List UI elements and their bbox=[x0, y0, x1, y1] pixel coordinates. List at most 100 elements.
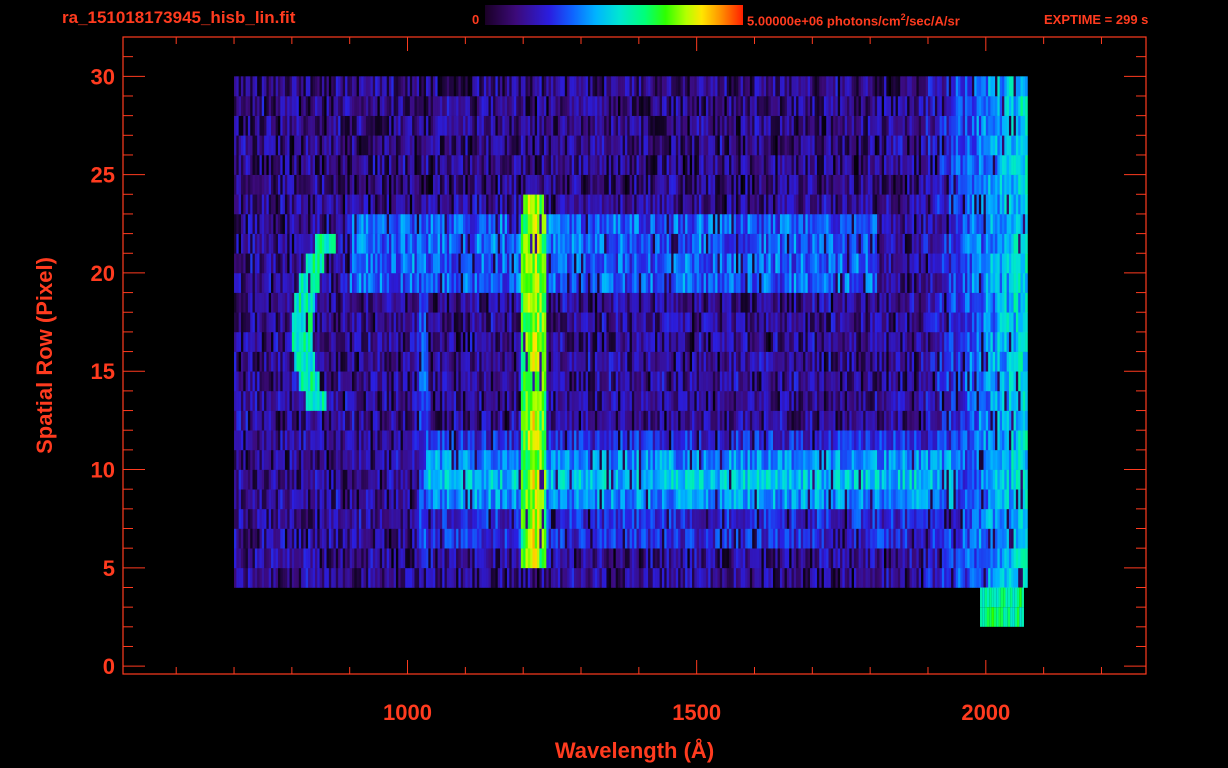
heatmap-cell bbox=[816, 548, 820, 569]
heatmap-cell bbox=[361, 489, 364, 510]
heatmap-cell bbox=[680, 469, 684, 490]
heatmap-cell bbox=[416, 489, 420, 510]
heatmap-cell bbox=[981, 449, 984, 470]
heatmap-cell bbox=[893, 331, 896, 352]
heatmap-cell bbox=[382, 430, 385, 451]
heatmap-cell bbox=[870, 331, 873, 352]
heatmap-cell bbox=[953, 508, 957, 529]
heatmap-cell bbox=[717, 469, 721, 490]
heatmap-cell bbox=[738, 331, 741, 352]
heatmap-cell bbox=[847, 331, 850, 352]
heatmap-cell bbox=[698, 449, 702, 470]
heatmap-cell bbox=[823, 489, 827, 510]
heatmap-cell bbox=[807, 489, 811, 510]
heatmap-cell bbox=[275, 469, 279, 490]
heatmap-cell bbox=[495, 331, 499, 352]
heatmap-cell bbox=[967, 312, 970, 333]
heatmap-cell bbox=[331, 410, 334, 431]
heatmap-cell bbox=[955, 508, 959, 529]
heatmap-cell bbox=[655, 567, 658, 588]
heatmap-cell bbox=[708, 508, 711, 529]
heatmap-cell bbox=[273, 292, 276, 313]
heatmap-cell bbox=[585, 410, 589, 431]
heatmap-cell bbox=[1008, 449, 1012, 470]
heatmap-cell bbox=[389, 430, 392, 451]
heatmap-cell bbox=[964, 430, 968, 451]
heatmap-cell bbox=[393, 312, 397, 333]
heatmap-cell bbox=[345, 292, 348, 313]
heatmap-cell bbox=[458, 292, 462, 313]
heatmap-cell bbox=[696, 548, 700, 569]
heatmap-cell bbox=[456, 567, 459, 588]
heatmap-cell bbox=[576, 292, 579, 313]
heatmap-cell bbox=[756, 390, 760, 411]
heatmap-cell bbox=[486, 528, 489, 549]
heatmap-cell bbox=[393, 469, 397, 490]
heatmap-cell bbox=[856, 469, 859, 490]
heatmap-cell bbox=[698, 489, 702, 510]
heatmap-cell bbox=[680, 508, 684, 529]
heatmap-cell bbox=[476, 449, 480, 470]
heatmap-cell bbox=[301, 528, 304, 549]
heatmap-cell bbox=[331, 390, 334, 411]
heatmap-cell bbox=[840, 371, 843, 392]
heatmap-cell bbox=[391, 449, 394, 470]
heatmap-cell bbox=[597, 390, 600, 411]
heatmap-cell bbox=[261, 292, 265, 313]
heatmap-cell bbox=[349, 548, 353, 569]
heatmap-cell bbox=[555, 351, 559, 372]
heatmap-cell bbox=[576, 528, 579, 549]
heatmap-cell bbox=[259, 331, 263, 352]
heatmap-cell bbox=[268, 469, 272, 490]
heatmap-cell bbox=[548, 292, 552, 313]
heatmap-cell bbox=[967, 548, 970, 569]
heatmap-cell bbox=[701, 410, 704, 431]
heatmap-cell bbox=[997, 410, 1000, 431]
heatmap-cell bbox=[648, 371, 651, 392]
heatmap-cell bbox=[372, 410, 376, 431]
heatmap-cell bbox=[543, 528, 547, 549]
heatmap-cell bbox=[749, 351, 753, 372]
heatmap-cell bbox=[347, 371, 350, 392]
heatmap-cell bbox=[444, 567, 448, 588]
heatmap-cell bbox=[597, 508, 600, 529]
heatmap-cell bbox=[828, 567, 832, 588]
heatmap-cell bbox=[590, 312, 593, 333]
heatmap-cell bbox=[944, 331, 947, 352]
heatmap-cell bbox=[939, 508, 943, 529]
heatmap-cell bbox=[659, 489, 663, 510]
heatmap-cell bbox=[886, 312, 889, 333]
heatmap-cell bbox=[571, 331, 575, 352]
heatmap-cell bbox=[264, 567, 267, 588]
heatmap-cell bbox=[724, 469, 728, 490]
heatmap-cell bbox=[405, 312, 408, 333]
heatmap-cell bbox=[312, 508, 316, 529]
heatmap-cell bbox=[389, 390, 392, 411]
heatmap-cell bbox=[553, 469, 556, 490]
heatmap-cell bbox=[645, 390, 649, 411]
heatmap-cell bbox=[770, 548, 774, 569]
heatmap-cell bbox=[1008, 548, 1012, 569]
heatmap-cell bbox=[520, 430, 524, 451]
heatmap-cell bbox=[976, 469, 980, 490]
heatmap-cell bbox=[696, 331, 700, 352]
heatmap-cell bbox=[439, 567, 443, 588]
heatmap-cell bbox=[363, 410, 367, 431]
heatmap-cell bbox=[793, 528, 797, 549]
heatmap-cell bbox=[722, 489, 725, 510]
heatmap-cell bbox=[333, 489, 337, 510]
heatmap-cell bbox=[530, 410, 533, 431]
heatmap-cell bbox=[796, 351, 799, 372]
heatmap-cell bbox=[358, 312, 362, 333]
heatmap-cell bbox=[335, 292, 339, 313]
heatmap-cell bbox=[312, 469, 316, 490]
heatmap-cell bbox=[393, 292, 397, 313]
heatmap-cell bbox=[675, 528, 679, 549]
heatmap-cell bbox=[932, 548, 936, 569]
heatmap-cell bbox=[516, 371, 519, 392]
heatmap-cell bbox=[356, 410, 360, 431]
heatmap-cell bbox=[958, 469, 961, 490]
heatmap-cell bbox=[874, 351, 878, 372]
heatmap-cell bbox=[992, 567, 996, 588]
heatmap-cell bbox=[877, 489, 880, 510]
